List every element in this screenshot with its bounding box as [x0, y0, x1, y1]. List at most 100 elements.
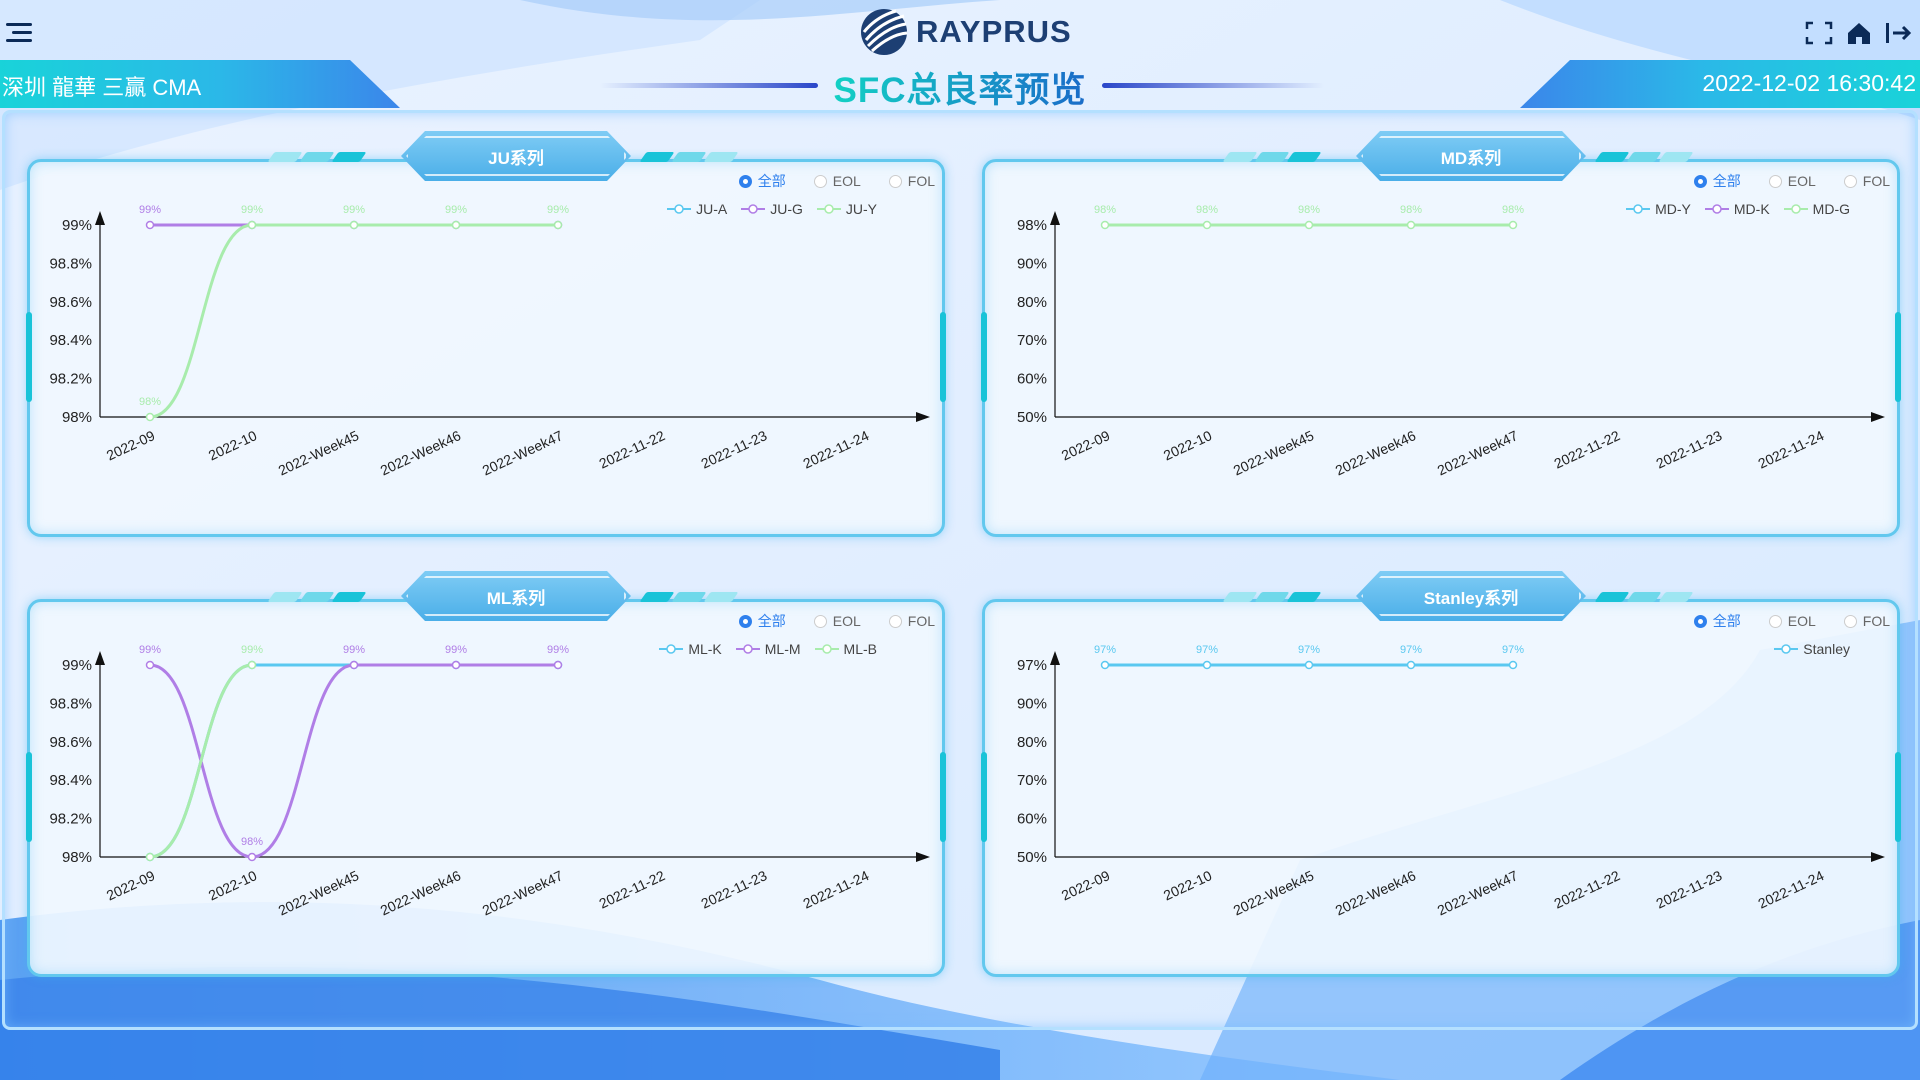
data-point[interactable]	[349, 660, 359, 670]
filter-radio[interactable]: FOL	[1843, 171, 1890, 191]
data-point[interactable]	[553, 660, 563, 670]
data-point[interactable]	[553, 220, 563, 230]
x-tick-label: 2022-Week46	[1333, 867, 1419, 918]
x-tick-label: 2022-Week46	[378, 427, 464, 478]
legend-item[interactable]: JU-Y	[816, 201, 877, 217]
filter-radio[interactable]: EOL	[813, 611, 861, 631]
filter-radio[interactable]: EOL	[1768, 171, 1816, 191]
legend-item[interactable]: MD-K	[1704, 201, 1770, 217]
data-point[interactable]	[145, 220, 155, 230]
data-point[interactable]	[1508, 660, 1518, 670]
data-point[interactable]	[247, 220, 257, 230]
data-point[interactable]	[145, 852, 155, 862]
legend-marker	[667, 204, 692, 214]
data-point[interactable]	[145, 660, 155, 670]
legend-item[interactable]: ML-M	[735, 641, 801, 657]
radio-dot	[813, 614, 827, 628]
data-label: 98%	[139, 396, 161, 408]
legend-item[interactable]: ML-K	[659, 641, 722, 657]
fullscreen-icon[interactable]	[1804, 20, 1834, 46]
x-tick-label: 2022-Week45	[1231, 427, 1317, 478]
filter-radio[interactable]: EOL	[1768, 611, 1816, 631]
menu-icon[interactable]	[4, 18, 34, 44]
chart-legend: JU-A JU-G JU-Y	[667, 201, 877, 217]
legend-item[interactable]: MD-Y	[1626, 201, 1691, 217]
data-point[interactable]	[1406, 220, 1416, 230]
data-point[interactable]	[349, 220, 359, 230]
x-tick-label: 2022-11-24	[801, 867, 872, 911]
x-tick-label: 2022-Week47	[1435, 867, 1521, 918]
data-label: 98%	[1196, 204, 1218, 216]
x-tick-label: 2022-Week47	[480, 427, 566, 478]
filter-radio-group: 全部 EOL FOL	[1693, 611, 1890, 631]
filter-radio[interactable]: FOL	[888, 171, 935, 191]
filter-radio[interactable]: 全部	[738, 171, 786, 191]
filter-label: 全部	[757, 173, 786, 189]
legend-marker	[659, 644, 684, 654]
panel-title-tab[interactable]: ML系列	[401, 571, 631, 621]
data-point[interactable]	[247, 852, 257, 862]
data-point[interactable]	[1406, 660, 1416, 670]
y-tick-label: 98%	[62, 849, 92, 866]
data-label: 99%	[547, 204, 569, 216]
home-icon[interactable]	[1844, 20, 1874, 46]
panel-stanley: Stanley系列 全部 EOL FOL Stanley 50% 60% 70% 80% 90% 9…	[981, 571, 1901, 977]
data-point[interactable]	[1202, 220, 1212, 230]
filter-label: FOL	[907, 613, 935, 629]
data-label: 99%	[139, 204, 161, 216]
legend-item[interactable]: JU-A	[667, 201, 727, 217]
x-tick-label: 2022-11-23	[699, 867, 770, 911]
x-tick-label: 2022-10	[206, 427, 260, 463]
legend-item[interactable]: Stanley	[1774, 641, 1850, 657]
data-label: 99%	[241, 644, 263, 656]
panel-title-tab[interactable]: MD系列	[1356, 131, 1586, 181]
filter-radio[interactable]: EOL	[813, 171, 861, 191]
legend-label: ML-M	[764, 641, 801, 657]
radio-dot	[888, 174, 902, 188]
logout-icon[interactable]	[1884, 20, 1914, 46]
legend-item[interactable]: MD-G	[1783, 201, 1850, 217]
x-tick-label: 2022-09	[1059, 427, 1113, 463]
x-tick-label: 2022-11-24	[1756, 867, 1827, 911]
y-axis-arrow	[1050, 651, 1060, 665]
data-point[interactable]	[451, 220, 461, 230]
panel-title-tab[interactable]: Stanley系列	[1356, 571, 1586, 621]
data-point[interactable]	[247, 660, 257, 670]
radio-dot	[1768, 614, 1782, 628]
data-label: 99%	[139, 644, 161, 656]
filter-radio[interactable]: FOL	[888, 611, 935, 631]
y-tick-label: 50%	[1017, 849, 1047, 866]
x-tick-label: 2022-Week45	[1231, 867, 1317, 918]
x-axis-arrow	[916, 852, 930, 862]
data-point[interactable]	[1304, 220, 1314, 230]
y-tick-label: 99%	[62, 217, 92, 234]
y-tick-label: 98.4%	[49, 332, 92, 349]
data-point[interactable]	[1508, 220, 1518, 230]
filter-radio[interactable]: FOL	[1843, 611, 1890, 631]
data-point[interactable]	[145, 412, 155, 422]
legend-item[interactable]: ML-B	[814, 641, 877, 657]
filter-radio[interactable]: 全部	[738, 611, 786, 631]
chart-legend: MD-Y MD-K MD-G	[1626, 201, 1850, 217]
data-point[interactable]	[1304, 660, 1314, 670]
data-point[interactable]	[1100, 660, 1110, 670]
data-point[interactable]	[1202, 660, 1212, 670]
x-tick-label: 2022-Week45	[276, 427, 362, 478]
data-point[interactable]	[451, 660, 461, 670]
data-point[interactable]	[1100, 220, 1110, 230]
x-axis-arrow	[1871, 852, 1885, 862]
filter-label: EOL	[832, 613, 861, 629]
filter-radio[interactable]: 全部	[1693, 171, 1741, 191]
y-tick-label: 60%	[1017, 371, 1047, 388]
legend-label: MD-Y	[1655, 201, 1691, 217]
y-tick-label: 60%	[1017, 811, 1047, 828]
filter-radio[interactable]: 全部	[1693, 611, 1741, 631]
x-tick-label: 2022-Week47	[480, 867, 566, 918]
legend-item[interactable]: JU-G	[741, 201, 803, 217]
x-tick-label: 2022-Week47	[1435, 427, 1521, 478]
y-axis-arrow	[1050, 211, 1060, 225]
legend-label: MD-K	[1733, 201, 1770, 217]
panel-title-tab[interactable]: JU系列	[401, 131, 631, 181]
panel-title: MD系列	[1440, 148, 1502, 168]
data-label: 98%	[241, 836, 263, 848]
